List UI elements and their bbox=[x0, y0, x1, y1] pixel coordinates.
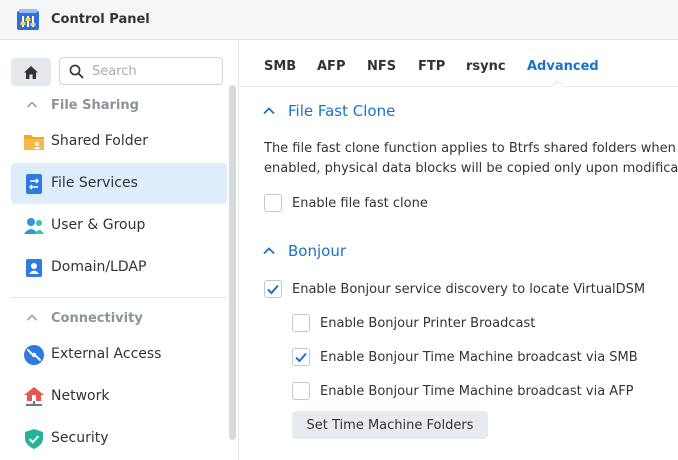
bonjour-tm-smb-checkbox[interactable] bbox=[292, 348, 310, 366]
sidebar-item-label: Shared Folder bbox=[51, 133, 149, 149]
sidebar-item-label: Network bbox=[51, 388, 110, 404]
checkmark-icon bbox=[267, 284, 279, 295]
sidebar-item-label: User & Group bbox=[51, 217, 146, 233]
bonjour-tm-afp-checkbox[interactable] bbox=[292, 382, 310, 400]
file-services-icon bbox=[26, 174, 42, 194]
checkbox-label: Enable file fast clone bbox=[292, 195, 428, 211]
section-title: Bonjour bbox=[288, 242, 346, 260]
bonjour-discovery-row[interactable]: Enable Bonjour service discovery to loca… bbox=[264, 279, 645, 299]
sidebar-item-label: External Access bbox=[51, 346, 162, 362]
domain-icon bbox=[26, 259, 42, 277]
folder-icon bbox=[24, 135, 44, 150]
sidebar-item-external-access[interactable]: External Access bbox=[11, 334, 227, 375]
bonjour-tm-afp-row[interactable]: Enable Bonjour Time Machine broadcast vi… bbox=[292, 381, 634, 401]
chevron-up-icon bbox=[26, 314, 38, 321]
tab-nfs[interactable]: NFS bbox=[367, 59, 396, 74]
sidebar-item-user-group[interactable]: User & Group bbox=[11, 205, 227, 246]
tab-rsync[interactable]: rsync bbox=[466, 59, 506, 74]
checkbox-label: Enable Bonjour Time Machine broadcast vi… bbox=[320, 349, 638, 365]
sidebar-item-network[interactable]: Network bbox=[11, 376, 227, 417]
tab-afp[interactable]: AFP bbox=[317, 59, 345, 74]
group-file-sharing[interactable]: File Sharing bbox=[11, 91, 227, 119]
enable-fast-clone-row[interactable]: Enable file fast clone bbox=[264, 193, 428, 213]
shield-icon bbox=[25, 429, 43, 449]
group-connectivity[interactable]: Connectivity bbox=[11, 304, 227, 332]
tab-bar: SMB AFP NFS FTP rsync Advanced bbox=[240, 41, 678, 87]
checkbox-label: Enable Bonjour Time Machine broadcast vi… bbox=[320, 383, 634, 399]
checkbox-label: Enable Bonjour Printer Broadcast bbox=[320, 315, 536, 331]
home-icon bbox=[24, 65, 38, 79]
chevron-up-icon bbox=[263, 107, 275, 115]
section-file-fast-clone[interactable]: File Fast Clone bbox=[262, 100, 395, 122]
fast-clone-description-line2: enabled, physical data blocks will be co… bbox=[264, 161, 678, 176]
sidebar-divider bbox=[11, 297, 227, 298]
sidebar-item-shared-folder[interactable]: Shared Folder bbox=[11, 121, 227, 162]
checkmark-icon bbox=[295, 352, 307, 363]
sidebar-item-domain-ldap[interactable]: Domain/LDAP bbox=[11, 247, 227, 288]
title-bar: Control Panel bbox=[0, 0, 678, 40]
active-tab-indicator bbox=[552, 80, 564, 87]
external-access-icon bbox=[24, 345, 44, 365]
users-icon bbox=[24, 218, 44, 234]
group-label: Connectivity bbox=[51, 310, 143, 326]
search-icon bbox=[69, 64, 84, 79]
checkbox-label: Enable Bonjour service discovery to loca… bbox=[292, 281, 646, 297]
search-input[interactable] bbox=[92, 62, 212, 80]
tab-ftp[interactable]: FTP bbox=[418, 59, 445, 74]
chevron-up-icon bbox=[263, 247, 275, 255]
tab-advanced[interactable]: Advanced bbox=[527, 59, 599, 74]
control-panel-icon bbox=[17, 9, 39, 30]
fast-clone-description-line1: The file fast clone function applies to … bbox=[264, 141, 676, 156]
tab-smb[interactable]: SMB bbox=[264, 59, 296, 74]
chevron-up-icon bbox=[26, 101, 38, 108]
sidebar-item-label: Security bbox=[51, 430, 109, 446]
sidebar-item-label: Domain/LDAP bbox=[51, 259, 147, 275]
enable-fast-clone-checkbox[interactable] bbox=[264, 194, 282, 212]
sidebar-item-label: File Services bbox=[51, 175, 138, 191]
group-label: File Sharing bbox=[51, 97, 139, 113]
sidebar-item-file-services[interactable]: File Services bbox=[11, 163, 227, 204]
network-icon bbox=[24, 387, 44, 406]
section-title: File Fast Clone bbox=[288, 102, 396, 120]
bonjour-tm-smb-row[interactable]: Enable Bonjour Time Machine broadcast vi… bbox=[292, 347, 638, 367]
section-bonjour[interactable]: Bonjour bbox=[262, 240, 346, 262]
search-box[interactable] bbox=[59, 57, 223, 85]
sidebar: File Sharing Shared Folder File Services… bbox=[0, 41, 239, 460]
sidebar-item-security[interactable]: Security bbox=[11, 418, 227, 459]
set-time-machine-folders-button[interactable]: Set Time Machine Folders bbox=[292, 411, 488, 439]
home-button[interactable] bbox=[11, 58, 51, 86]
bonjour-discovery-checkbox[interactable] bbox=[264, 280, 282, 298]
sidebar-scrollbar[interactable] bbox=[229, 85, 236, 440]
window-title: Control Panel bbox=[51, 12, 150, 27]
bonjour-printer-row[interactable]: Enable Bonjour Printer Broadcast bbox=[292, 313, 535, 333]
bonjour-printer-checkbox[interactable] bbox=[292, 314, 310, 332]
